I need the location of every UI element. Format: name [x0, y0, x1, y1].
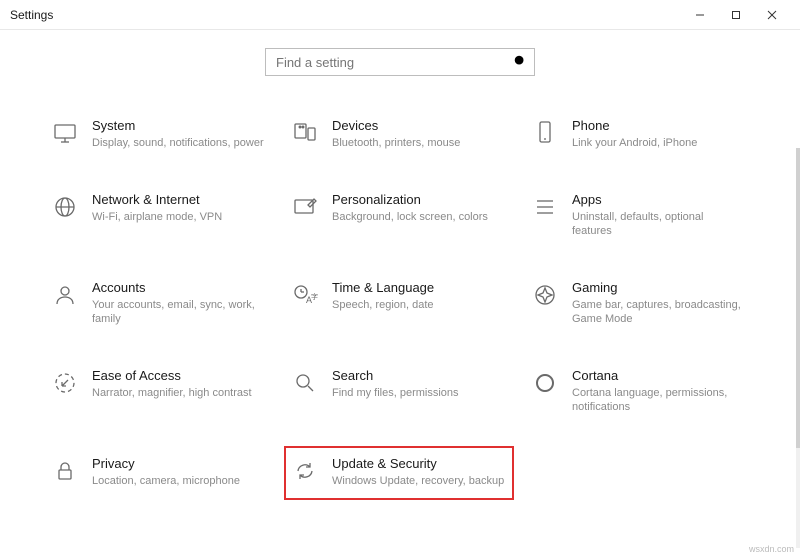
tile-cortana[interactable]: Cortana Cortana language, permissions, n…: [530, 364, 750, 418]
content: System Display, sound, notifications, po…: [0, 48, 800, 558]
tile-gaming[interactable]: Gaming Game bar, captures, broadcasting,…: [530, 276, 750, 330]
tile-phone[interactable]: Phone Link your Android, iPhone: [530, 114, 750, 154]
tile-title: Ease of Access: [92, 368, 266, 384]
tile-title: Accounts: [92, 280, 266, 296]
tile-title: Search: [332, 368, 506, 384]
search-input[interactable]: [265, 48, 535, 76]
tile-subtitle: Your accounts, email, sync, work, family: [92, 298, 266, 326]
lock-icon: [50, 456, 80, 486]
scrollbar-thumb[interactable]: [796, 148, 800, 448]
update-icon: [290, 456, 320, 486]
time-language-icon: A字: [290, 280, 320, 310]
tile-privacy[interactable]: Privacy Location, camera, microphone: [50, 452, 270, 492]
tile-subtitle: Game bar, captures, broadcasting, Game M…: [572, 298, 746, 326]
gaming-icon: [530, 280, 560, 310]
tile-title: Devices: [332, 118, 506, 134]
svg-text:字: 字: [311, 292, 318, 301]
accounts-icon: [50, 280, 80, 310]
tile-subtitle: Cortana language, permissions, notificat…: [572, 386, 746, 414]
ease-of-access-icon: [50, 368, 80, 398]
system-icon: [50, 118, 80, 148]
tile-update-security[interactable]: Update & Security Windows Update, recove…: [284, 446, 514, 500]
tile-subtitle: Bluetooth, printers, mouse: [332, 136, 506, 150]
tile-apps[interactable]: Apps Uninstall, defaults, optional featu…: [530, 188, 750, 242]
magnifier-icon: [290, 368, 320, 398]
tile-title: Gaming: [572, 280, 746, 296]
tile-subtitle: Background, lock screen, colors: [332, 210, 506, 224]
maximize-button[interactable]: [718, 1, 754, 29]
devices-icon: [290, 118, 320, 148]
tile-subtitle: Uninstall, defaults, optional features: [572, 210, 746, 238]
scrollbar[interactable]: [796, 148, 800, 548]
tile-time-language[interactable]: A字 Time & Language Speech, region, date: [290, 276, 510, 330]
tile-subtitle: Location, camera, microphone: [92, 474, 266, 488]
titlebar: Settings: [0, 0, 800, 30]
tile-devices[interactable]: Devices Bluetooth, printers, mouse: [290, 114, 510, 154]
cortana-icon: [530, 368, 560, 398]
tile-title: Network & Internet: [92, 192, 266, 208]
tile-title: System: [92, 118, 266, 134]
window-title: Settings: [10, 8, 682, 22]
tile-search[interactable]: Search Find my files, permissions: [290, 364, 510, 418]
tile-personalization[interactable]: Personalization Background, lock screen,…: [290, 188, 510, 242]
tile-title: Personalization: [332, 192, 506, 208]
watermark: wsxdn.com: [749, 544, 794, 554]
tile-subtitle: Link your Android, iPhone: [572, 136, 746, 150]
tile-title: Apps: [572, 192, 746, 208]
tile-subtitle: Speech, region, date: [332, 298, 506, 312]
tile-accounts[interactable]: Accounts Your accounts, email, sync, wor…: [50, 276, 270, 330]
tile-subtitle: Find my files, permissions: [332, 386, 506, 400]
tile-title: Phone: [572, 118, 746, 134]
search-icon: [513, 54, 527, 71]
apps-icon: [530, 192, 560, 222]
phone-icon: [530, 118, 560, 148]
personalization-icon: [290, 192, 320, 222]
tile-subtitle: Wi-Fi, airplane mode, VPN: [92, 210, 266, 224]
tile-ease-of-access[interactable]: Ease of Access Narrator, magnifier, high…: [50, 364, 270, 418]
tile-title: Cortana: [572, 368, 746, 384]
minimize-button[interactable]: [682, 1, 718, 29]
tile-subtitle: Display, sound, notifications, power: [92, 136, 266, 150]
settings-grid: System Display, sound, notifications, po…: [50, 114, 750, 512]
search-bar: [265, 48, 535, 76]
tile-title: Privacy: [92, 456, 266, 472]
tile-system[interactable]: System Display, sound, notifications, po…: [50, 114, 270, 154]
close-button[interactable]: [754, 1, 790, 29]
tile-network[interactable]: Network & Internet Wi-Fi, airplane mode,…: [50, 188, 270, 242]
tile-title: Update & Security: [332, 456, 506, 472]
tile-title: Time & Language: [332, 280, 506, 296]
globe-icon: [50, 192, 80, 222]
tile-subtitle: Windows Update, recovery, backup: [332, 474, 506, 488]
tile-subtitle: Narrator, magnifier, high contrast: [92, 386, 266, 400]
